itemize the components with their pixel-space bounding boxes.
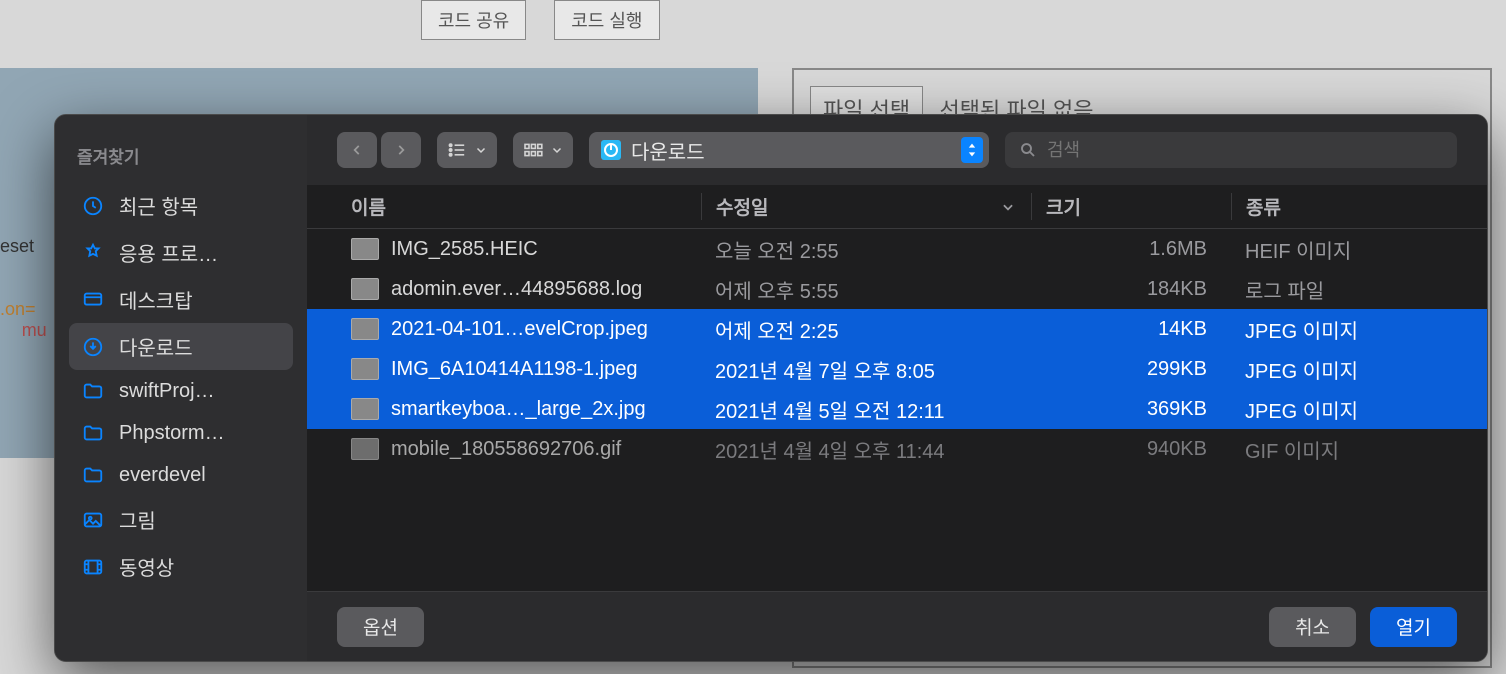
file-icon <box>351 318 379 340</box>
downloads-folder-icon <box>601 140 621 160</box>
file-kind: GIF 이미지 <box>1231 435 1487 464</box>
file-size: 940KB <box>1031 438 1231 461</box>
file-row[interactable]: mobile_180558692706.gif 2021년 4월 4일 오후 1… <box>307 429 1487 469</box>
file-name: IMG_2585.HEIC <box>391 238 701 261</box>
sidebar-item-label: 그림 <box>119 505 156 534</box>
chevron-down-icon <box>475 144 487 156</box>
forward-button[interactable] <box>381 132 421 168</box>
column-kind[interactable]: 종류 <box>1231 193 1487 220</box>
sidebar: 즐겨찾기 최근 항목 응용 프로… 데스크탑 다운로드 <box>55 115 307 661</box>
search-input[interactable] <box>1047 140 1443 161</box>
file-kind: JPEG 이미지 <box>1231 395 1487 424</box>
movie-icon <box>81 555 105 579</box>
file-name: adomin.ever…44895688.log <box>391 278 701 301</box>
file-size: 299KB <box>1031 358 1231 381</box>
sidebar-item-label: 최근 항목 <box>119 191 198 220</box>
file-kind: 로그 파일 <box>1231 275 1487 304</box>
file-icon <box>351 238 379 260</box>
column-date[interactable]: 수정일 <box>701 193 1031 220</box>
cancel-button[interactable]: 취소 <box>1269 607 1356 647</box>
options-button[interactable]: 옵션 <box>337 607 424 647</box>
sidebar-item-label: 응용 프로… <box>119 238 218 267</box>
background-toolbar: 코드 공유 코드 실행 <box>421 0 660 40</box>
main-area: 다운로드 이름 수정일 크기 종류 <box>307 115 1487 661</box>
bg-run-button[interactable]: 코드 실행 <box>554 0 659 40</box>
file-row[interactable]: smartkeyboa…_large_2x.jpg 2021년 4월 5일 오전… <box>307 389 1487 429</box>
file-kind: JPEG 이미지 <box>1231 355 1487 384</box>
sidebar-item-label: 다운로드 <box>119 332 193 361</box>
sidebar-item-label: swiftProj… <box>119 380 215 403</box>
picture-icon <box>81 508 105 532</box>
file-date: 오늘 오전 2:55 <box>701 235 1031 264</box>
folder-icon <box>81 463 105 487</box>
sidebar-section-title: 즐겨찾기 <box>69 143 293 168</box>
toolbar: 다운로드 <box>307 115 1487 185</box>
sidebar-item-recents[interactable]: 최근 항목 <box>69 182 293 229</box>
file-kind: HEIF 이미지 <box>1231 235 1487 264</box>
sidebar-item-downloads[interactable]: 다운로드 <box>69 323 293 370</box>
file-icon <box>351 278 379 300</box>
file-icon <box>351 438 379 460</box>
download-icon <box>81 335 105 359</box>
group-mode-button[interactable] <box>513 132 573 168</box>
file-name: IMG_6A10414A1198-1.jpeg <box>391 358 701 381</box>
file-size: 369KB <box>1031 398 1231 421</box>
file-name: mobile_180558692706.gif <box>391 438 701 461</box>
sidebar-item-folder-phpstorm[interactable]: Phpstorm… <box>69 412 293 454</box>
sidebar-item-applications[interactable]: 응용 프로… <box>69 229 293 276</box>
file-row[interactable]: IMG_6A10414A1198-1.jpeg 2021년 4월 7일 오후 8… <box>307 349 1487 389</box>
file-date: 2021년 4월 5일 오전 12:11 <box>701 395 1031 424</box>
sidebar-item-label: 데스크탑 <box>119 285 193 314</box>
file-icon <box>351 358 379 380</box>
file-date: 2021년 4월 7일 오후 8:05 <box>701 355 1031 384</box>
sidebar-item-folder-everdevel[interactable]: everdevel <box>69 454 293 496</box>
column-size[interactable]: 크기 <box>1031 193 1231 220</box>
file-icon <box>351 398 379 420</box>
column-name[interactable]: 이름 <box>351 193 701 220</box>
file-kind: JPEG 이미지 <box>1231 315 1487 344</box>
list-icon <box>447 142 467 158</box>
folder-icon <box>81 379 105 403</box>
updown-arrows-icon <box>961 137 983 163</box>
sidebar-item-label: 동영상 <box>119 552 174 581</box>
location-dropdown[interactable]: 다운로드 <box>589 132 989 168</box>
clock-icon <box>81 194 105 218</box>
bg-share-button[interactable]: 코드 공유 <box>421 0 526 40</box>
file-size: 184KB <box>1031 278 1231 301</box>
search-field[interactable] <box>1005 132 1457 168</box>
file-list: IMG_2585.HEIC 오늘 오전 2:55 1.6MB HEIF 이미지 … <box>307 229 1487 591</box>
file-name: smartkeyboa…_large_2x.jpg <box>391 398 701 421</box>
file-date: 2021년 4월 4일 오후 11:44 <box>701 435 1031 464</box>
dialog-footer: 옵션 취소 열기 <box>307 591 1487 661</box>
apps-icon <box>81 241 105 265</box>
file-name: 2021-04-101…evelCrop.jpeg <box>391 318 701 341</box>
sidebar-item-label: Phpstorm… <box>119 422 225 445</box>
file-date: 어제 오전 2:25 <box>701 315 1031 344</box>
sort-descending-icon <box>1001 200 1015 214</box>
sidebar-item-movies[interactable]: 동영상 <box>69 543 293 590</box>
desktop-icon <box>81 288 105 312</box>
search-icon <box>1019 141 1037 159</box>
file-open-dialog: 즐겨찾기 최근 항목 응용 프로… 데스크탑 다운로드 <box>54 114 1488 662</box>
sidebar-item-pictures[interactable]: 그림 <box>69 496 293 543</box>
sidebar-item-label: everdevel <box>119 464 206 487</box>
view-mode-button[interactable] <box>437 132 497 168</box>
sidebar-item-folder-swift[interactable]: swiftProj… <box>69 370 293 412</box>
file-row[interactable]: 2021-04-101…evelCrop.jpeg 어제 오전 2:25 14K… <box>307 309 1487 349</box>
location-label: 다운로드 <box>631 136 951 165</box>
sidebar-item-desktop[interactable]: 데스크탑 <box>69 276 293 323</box>
file-size: 14KB <box>1031 318 1231 341</box>
code-fragment: eset .on= mu <box>0 236 47 341</box>
back-button[interactable] <box>337 132 377 168</box>
file-date: 어제 오후 5:55 <box>701 275 1031 304</box>
grid-icon <box>523 142 543 158</box>
file-row[interactable]: IMG_2585.HEIC 오늘 오전 2:55 1.6MB HEIF 이미지 <box>307 229 1487 269</box>
column-headers: 이름 수정일 크기 종류 <box>307 185 1487 229</box>
file-row[interactable]: adomin.ever…44895688.log 어제 오후 5:55 184K… <box>307 269 1487 309</box>
chevron-down-icon <box>551 144 563 156</box>
open-button[interactable]: 열기 <box>1370 607 1457 647</box>
folder-icon <box>81 421 105 445</box>
file-size: 1.6MB <box>1031 238 1231 261</box>
